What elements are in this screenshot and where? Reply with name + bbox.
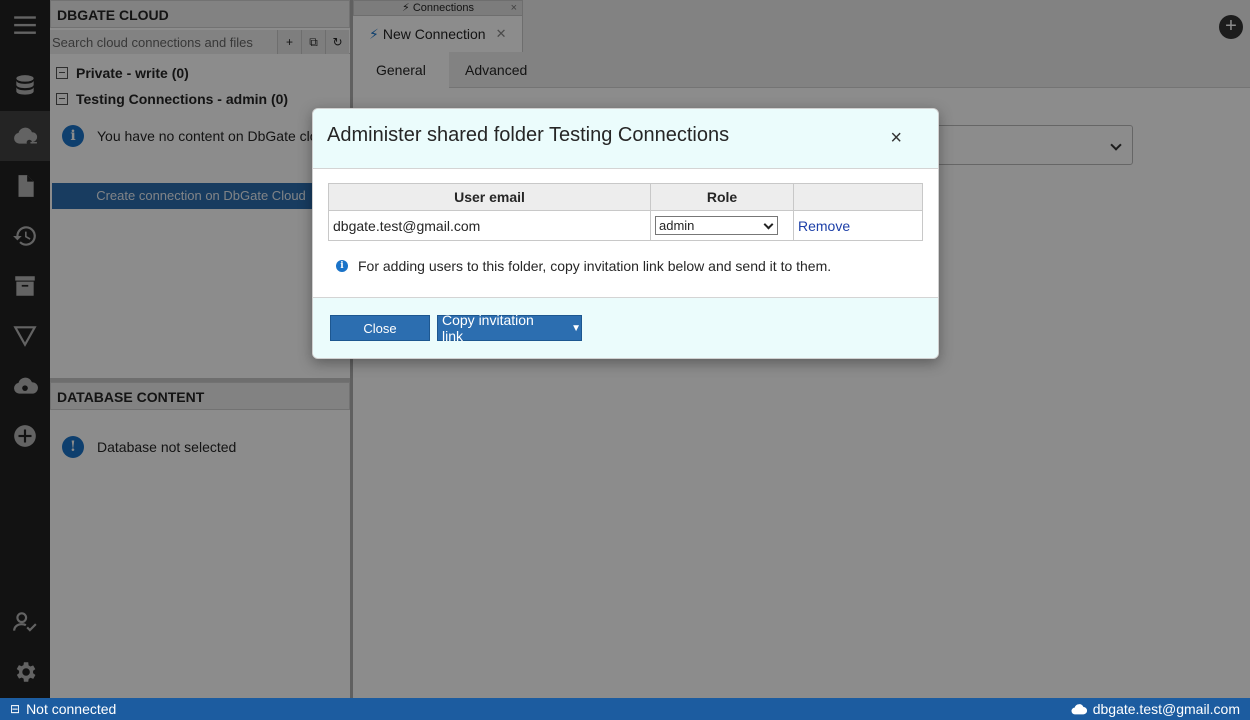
invitation-note-text: For adding users to this folder, copy in… (358, 258, 832, 274)
status-user[interactable]: dbgate.test@gmail.com (1071, 701, 1240, 717)
close-button[interactable]: Close (330, 315, 430, 341)
network-icon: ⊟ (10, 702, 21, 716)
action-cell: Remove (793, 210, 923, 241)
modal-body: User email Role dbgate.test@gmail.com ad… (313, 169, 938, 297)
info-icon: i (336, 260, 348, 272)
modal-footer: Close Copy invitation link ▼ (313, 297, 938, 358)
share-folder-modal: Administer shared folder Testing Connect… (312, 108, 939, 359)
column-header: Role (650, 183, 794, 211)
copy-invitation-link-button[interactable]: Copy invitation link ▼ (437, 312, 582, 344)
close-icon[interactable]: × (890, 127, 902, 153)
connection-status-text: Not connected (26, 701, 117, 717)
user-email-text: dbgate.test@gmail.com (1092, 701, 1240, 717)
remove-link[interactable]: Remove (798, 218, 850, 234)
role-cell: admin (650, 210, 794, 241)
status-connection: ⊟ Not connected (10, 701, 116, 717)
role-select[interactable]: admin (655, 216, 778, 235)
column-header (793, 183, 923, 211)
users-table: User email Role dbgate.test@gmail.com ad… (328, 183, 923, 241)
invitation-note: i For adding users to this folder, copy … (336, 258, 923, 274)
table-row: dbgate.test@gmail.com admin Remove (328, 210, 923, 241)
chevron-down-icon[interactable]: ▼ (571, 323, 581, 334)
user-email-cell: dbgate.test@gmail.com (328, 210, 651, 241)
copy-invitation-label: Copy invitation link (442, 312, 534, 344)
modal-title: Administer shared folder Testing Connect… (327, 124, 730, 146)
column-header: User email (328, 183, 651, 211)
modal-header: Administer shared folder Testing Connect… (313, 109, 938, 169)
status-bar: ⊟ Not connected dbgate.test@gmail.com (0, 698, 1250, 720)
cloud-icon (1071, 704, 1087, 715)
